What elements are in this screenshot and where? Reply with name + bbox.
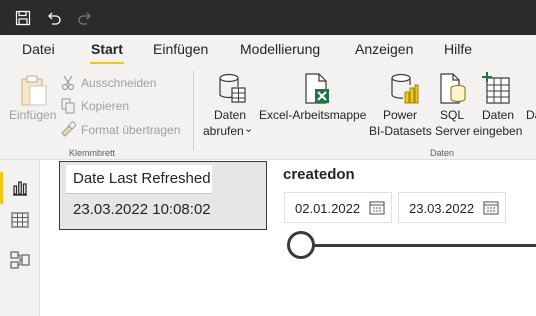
ribbon: Einfügen Ausschneiden Kopieren Format üb… [0, 65, 536, 160]
undo-icon[interactable] [43, 7, 65, 29]
tab-anzeigen[interactable]: Anzeigen [355, 41, 413, 57]
redo-icon [74, 7, 96, 29]
data-view-icon[interactable] [9, 209, 31, 231]
ribbon-group-divider [193, 71, 194, 151]
database-table-icon [219, 73, 246, 103]
sql-server-icon [440, 73, 466, 104]
data-group-label: Daten [430, 148, 455, 158]
tab-einfuegen[interactable]: Einfügen [153, 41, 208, 57]
sql-label-line2: Server [435, 124, 471, 138]
report-view-icon[interactable] [9, 177, 31, 199]
start-date-value: 02.01.2022 [295, 201, 361, 216]
get-data-label-line2: abrufen [203, 124, 244, 138]
tab-modellierung[interactable]: Modellierung [240, 41, 320, 57]
copy-icon [61, 98, 75, 114]
active-tab-indicator [90, 62, 124, 64]
date-range-slider-handle[interactable] [287, 231, 315, 259]
copy-label: Kopieren [81, 99, 130, 113]
truncated-ribbon-label[interactable]: Da [526, 108, 536, 123]
calendar-icon[interactable] [369, 200, 385, 215]
title-bar [0, 0, 536, 35]
save-icon[interactable] [12, 7, 34, 29]
ribbon-tab-bar: Datei Start Einfügen Modellierung Anzeig… [0, 35, 536, 65]
card-value: 23.03.2022 10:08:02 [73, 201, 211, 218]
enter-data-label-line2: eingeben [473, 124, 523, 138]
powerbi-label-line2: BI-Datasets [369, 124, 432, 138]
format-painter-icon [61, 121, 76, 137]
cut-label: Ausschneiden [81, 76, 157, 90]
active-view-indicator [0, 172, 3, 204]
tab-start[interactable]: Start [91, 41, 123, 57]
card-label: Date Last Refreshed [66, 165, 212, 194]
tab-datei[interactable]: Datei [22, 41, 55, 57]
scissors-icon [61, 75, 75, 91]
card-label-underline [66, 193, 212, 194]
get-data-label-line1: Daten [214, 108, 247, 122]
paste-label: Einfügen [9, 108, 57, 122]
powerbi-dataset-icon [391, 73, 419, 104]
end-date-value: 23.03.2022 [409, 201, 475, 216]
clipboard-group-label: Klemmbrett [69, 148, 116, 158]
date-range-slider-track[interactable] [300, 244, 536, 247]
excel-workbook-label: Excel-Arbeitsmappe [259, 108, 367, 122]
excel-icon [305, 73, 329, 104]
slicer-title: createdon [283, 166, 355, 183]
sql-label-line1: SQL [440, 108, 465, 122]
tab-hilfe[interactable]: Hilfe [444, 41, 472, 57]
model-view-icon[interactable] [9, 249, 31, 271]
calendar-icon[interactable] [483, 200, 499, 215]
chevron-down-icon: ⌄ [244, 123, 254, 135]
enter-data-label-line1: Daten [482, 108, 515, 122]
enter-data-table-icon [482, 72, 510, 104]
start-date-input[interactable]: 02.01.2022 [284, 192, 392, 223]
powerbi-label-line1: Power [383, 108, 418, 122]
paste-icon [21, 75, 47, 106]
end-date-input[interactable]: 23.03.2022 [398, 192, 506, 223]
left-view-nav [0, 160, 40, 316]
format-painter-label: Format übertragen [81, 123, 181, 137]
